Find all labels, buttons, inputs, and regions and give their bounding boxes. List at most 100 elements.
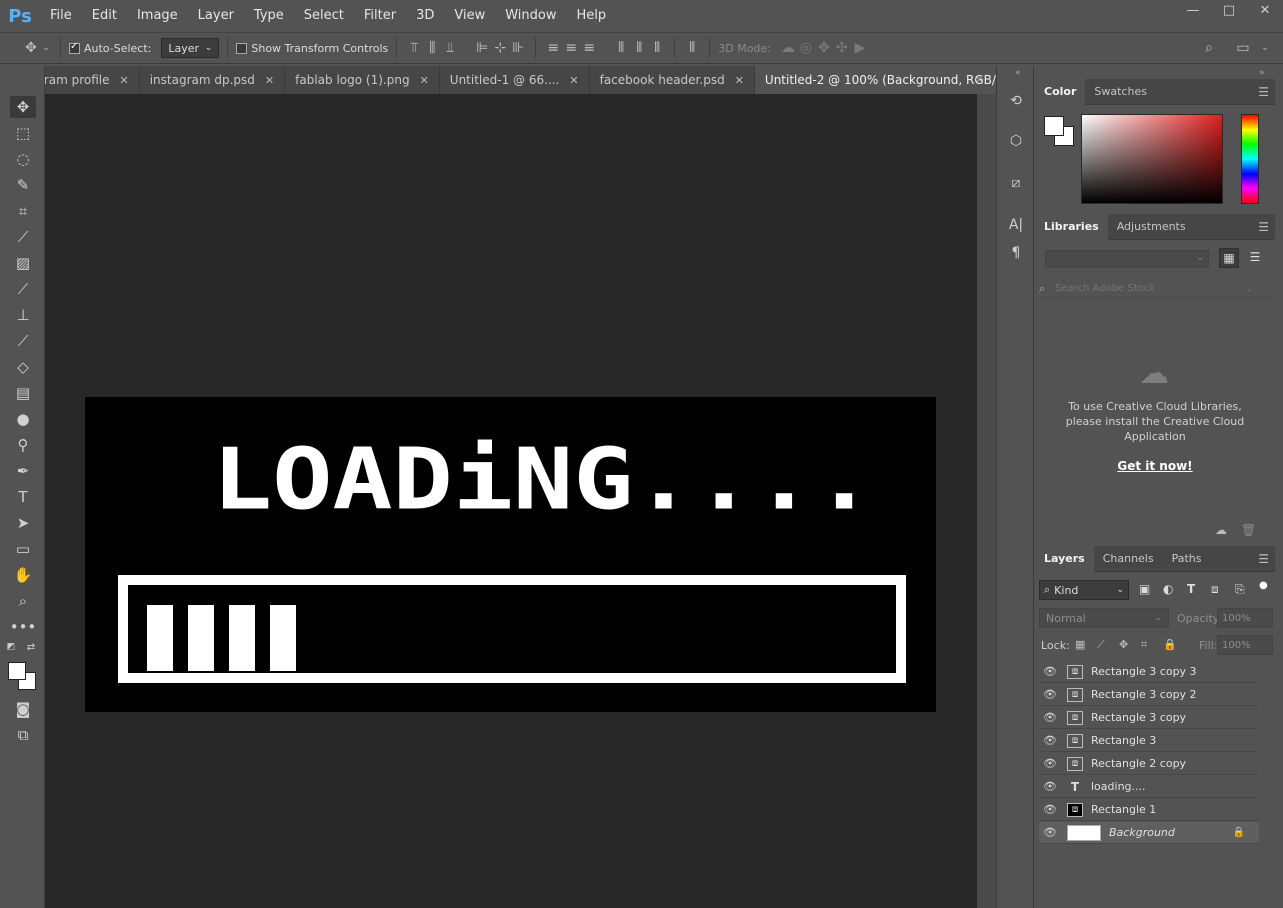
layer-row[interactable]: 👁 Tloading.... — [1039, 776, 1259, 798]
eyedropper-tool-icon[interactable]: ⟋ — [10, 226, 36, 248]
tabs-overflow-icon[interactable]: » — [976, 72, 983, 86]
close-icon[interactable]: ✕ — [735, 74, 744, 87]
tab-layers[interactable]: Layers — [1035, 545, 1094, 572]
list-view-icon[interactable]: ☰ — [1245, 248, 1265, 268]
healing-brush-tool-icon[interactable]: ▨ — [10, 252, 36, 274]
move-tool-icon[interactable]: ✥ — [22, 40, 40, 56]
clone-stamp-tool-icon[interactable]: ⊥ — [10, 304, 36, 326]
visibility-eye-icon[interactable]: 👁 — [1039, 757, 1061, 770]
close-button[interactable]: ✕ — [1247, 0, 1283, 20]
align-bottom-icon[interactable]: ⫫ — [441, 40, 459, 56]
show-transform-checkbox[interactable]: Show Transform Controls — [236, 42, 388, 55]
get-it-now-link[interactable]: Get it now! — [1065, 459, 1245, 473]
minimize-button[interactable]: — — [1175, 0, 1211, 20]
layer-row[interactable]: 👁 ⧈ Rectangle 1 — [1039, 799, 1259, 821]
opacity-input[interactable]: 100% — [1217, 608, 1273, 628]
history-brush-tool-icon[interactable]: ⟋ — [10, 330, 36, 352]
lock-transparent-icon[interactable]: ▦ — [1075, 638, 1085, 651]
lasso-tool-icon[interactable]: ◌ — [10, 148, 36, 170]
close-icon[interactable]: ✕ — [420, 74, 429, 87]
filter-toggle-icon[interactable]: ● — [1259, 580, 1269, 598]
align-left-icon[interactable]: ⊫ — [473, 40, 491, 56]
chevron-down-icon[interactable]: ⌄ — [1245, 284, 1253, 294]
3d-scale-icon[interactable]: ▶ — [851, 40, 869, 56]
menu-filter[interactable]: Filter — [354, 0, 406, 32]
foreground-background-swatch[interactable] — [8, 662, 38, 692]
visibility-eye-icon[interactable]: 👁 — [1039, 665, 1061, 678]
expand-icon[interactable]: » — [1259, 68, 1265, 78]
move-tool-icon[interactable]: ✥ — [10, 96, 36, 118]
dodge-tool-icon[interactable]: ⚲ — [10, 434, 36, 456]
trash-icon[interactable]: 🗑 — [1241, 523, 1256, 537]
fill-input[interactable]: 100% — [1217, 635, 1273, 655]
pen-tool-icon[interactable]: ✒ — [10, 460, 36, 482]
layer-row-background[interactable]: 👁 Background 🔒 — [1039, 822, 1259, 844]
align-right-icon[interactable]: ⊪ — [509, 40, 527, 56]
menu-view[interactable]: View — [444, 0, 495, 32]
filter-pixel-icon[interactable]: ▣ — [1139, 582, 1150, 596]
tab-adjustments[interactable]: Adjustments — [1108, 214, 1195, 240]
filter-type-icon[interactable]: T — [1187, 582, 1195, 596]
search-icon[interactable]: ⌕ — [1200, 40, 1218, 56]
vertical-scrollbar[interactable] — [977, 94, 996, 908]
filter-shape-icon[interactable]: ⧈ — [1211, 582, 1219, 597]
close-icon[interactable]: ✕ — [120, 74, 129, 87]
rectangle-tool-icon[interactable]: ▭ — [10, 538, 36, 560]
more-tools-icon[interactable]: ••• — [10, 616, 37, 638]
3d-orbit-icon[interactable]: ☁ — [779, 40, 797, 56]
tab-facebook-header[interactable]: facebook header.psd ✕ — [589, 66, 755, 94]
3d-pan-icon[interactable]: ✥ — [815, 40, 833, 56]
lock-all-icon[interactable]: 🔒 — [1163, 638, 1177, 651]
visibility-eye-icon[interactable]: 👁 — [1039, 826, 1061, 839]
grid-view-icon[interactable]: ▦ — [1219, 248, 1239, 268]
filter-smart-object-icon[interactable]: ⎘ — [1235, 582, 1245, 597]
align-vcenter-icon[interactable]: ⫼ — [423, 40, 441, 56]
path-selection-tool-icon[interactable]: ➤ — [10, 512, 36, 534]
menu-type[interactable]: Type — [244, 0, 294, 32]
align-hcenter-icon[interactable]: ⊹ — [491, 40, 509, 56]
layer-filter-kind-dropdown[interactable]: ⌕ Kind ⌄ — [1039, 580, 1129, 600]
color-panel-swatch[interactable] — [1044, 116, 1076, 148]
3d-roll-icon[interactable]: ◎ — [797, 40, 815, 56]
visibility-eye-icon[interactable]: 👁 — [1039, 688, 1061, 701]
tab-fablab-logo[interactable]: fablab logo (1).png ✕ — [285, 66, 440, 94]
3d-slide-icon[interactable]: ✣ — [833, 40, 851, 56]
distribute-top-icon[interactable]: ≡ — [544, 40, 562, 56]
tab-swatches[interactable]: Swatches — [1085, 79, 1156, 105]
default-colors-icon[interactable]: ◩ — [4, 640, 18, 654]
visibility-eye-icon[interactable]: 👁 — [1039, 803, 1061, 816]
close-icon[interactable]: ✕ — [569, 74, 578, 87]
layer-row[interactable]: 👁 ⧈ Rectangle 3 copy 2 — [1039, 684, 1259, 706]
foreground-color-swatch[interactable] — [8, 662, 26, 680]
lock-icon[interactable]: 🔒 — [1233, 827, 1245, 838]
history-panel-icon[interactable]: ⟲ — [1005, 90, 1027, 112]
document-canvas[interactable]: LOADiNG.... — [85, 397, 936, 712]
tab-instagram-dp[interactable]: instagram dp.psd ✕ — [139, 66, 286, 94]
crop-tool-icon[interactable]: ⌗ — [10, 200, 36, 222]
auto-select-target-dropdown[interactable]: Layer ⌄ — [161, 38, 220, 58]
properties-panel-icon[interactable]: ⧄ — [1005, 172, 1027, 194]
menu-file[interactable]: File — [40, 0, 82, 32]
quick-mask-icon[interactable]: ◙ — [10, 698, 36, 720]
collapse-icon[interactable]: « — [1015, 68, 1021, 78]
distribute-left-icon[interactable]: ⦀ — [612, 40, 630, 56]
tab-channels[interactable]: Channels — [1094, 546, 1163, 572]
lock-image-icon[interactable]: ⟋ — [1097, 638, 1105, 652]
layer-row[interactable]: 👁 ⧈ Rectangle 3 — [1039, 730, 1259, 752]
menu-3d[interactable]: 3D — [406, 0, 444, 32]
paragraph-panel-icon[interactable]: ¶ — [1005, 242, 1027, 264]
filter-adjustment-icon[interactable]: ◐ — [1163, 582, 1173, 596]
tab-paths[interactable]: Paths — [1163, 546, 1211, 572]
layer-row[interactable]: 👁 ⧈ Rectangle 3 copy — [1039, 707, 1259, 729]
panel-menu-icon[interactable]: ☰ — [1258, 85, 1269, 99]
stock-search[interactable]: ⌕ ⌄ — [1039, 280, 1273, 298]
workspace-icon[interactable]: ▭ — [1234, 40, 1252, 56]
canvas-area[interactable]: LOADiNG.... — [45, 94, 977, 908]
blur-tool-icon[interactable]: ● — [10, 408, 36, 430]
eraser-tool-icon[interactable]: ◇ — [10, 356, 36, 378]
workspace-chevron-icon[interactable]: ⌄ — [1256, 43, 1274, 53]
visibility-eye-icon[interactable]: 👁 — [1039, 780, 1061, 793]
marquee-tool-icon[interactable]: ⬚ — [10, 122, 36, 144]
menu-edit[interactable]: Edit — [82, 0, 127, 32]
foreground-color-swatch[interactable] — [1044, 116, 1064, 136]
